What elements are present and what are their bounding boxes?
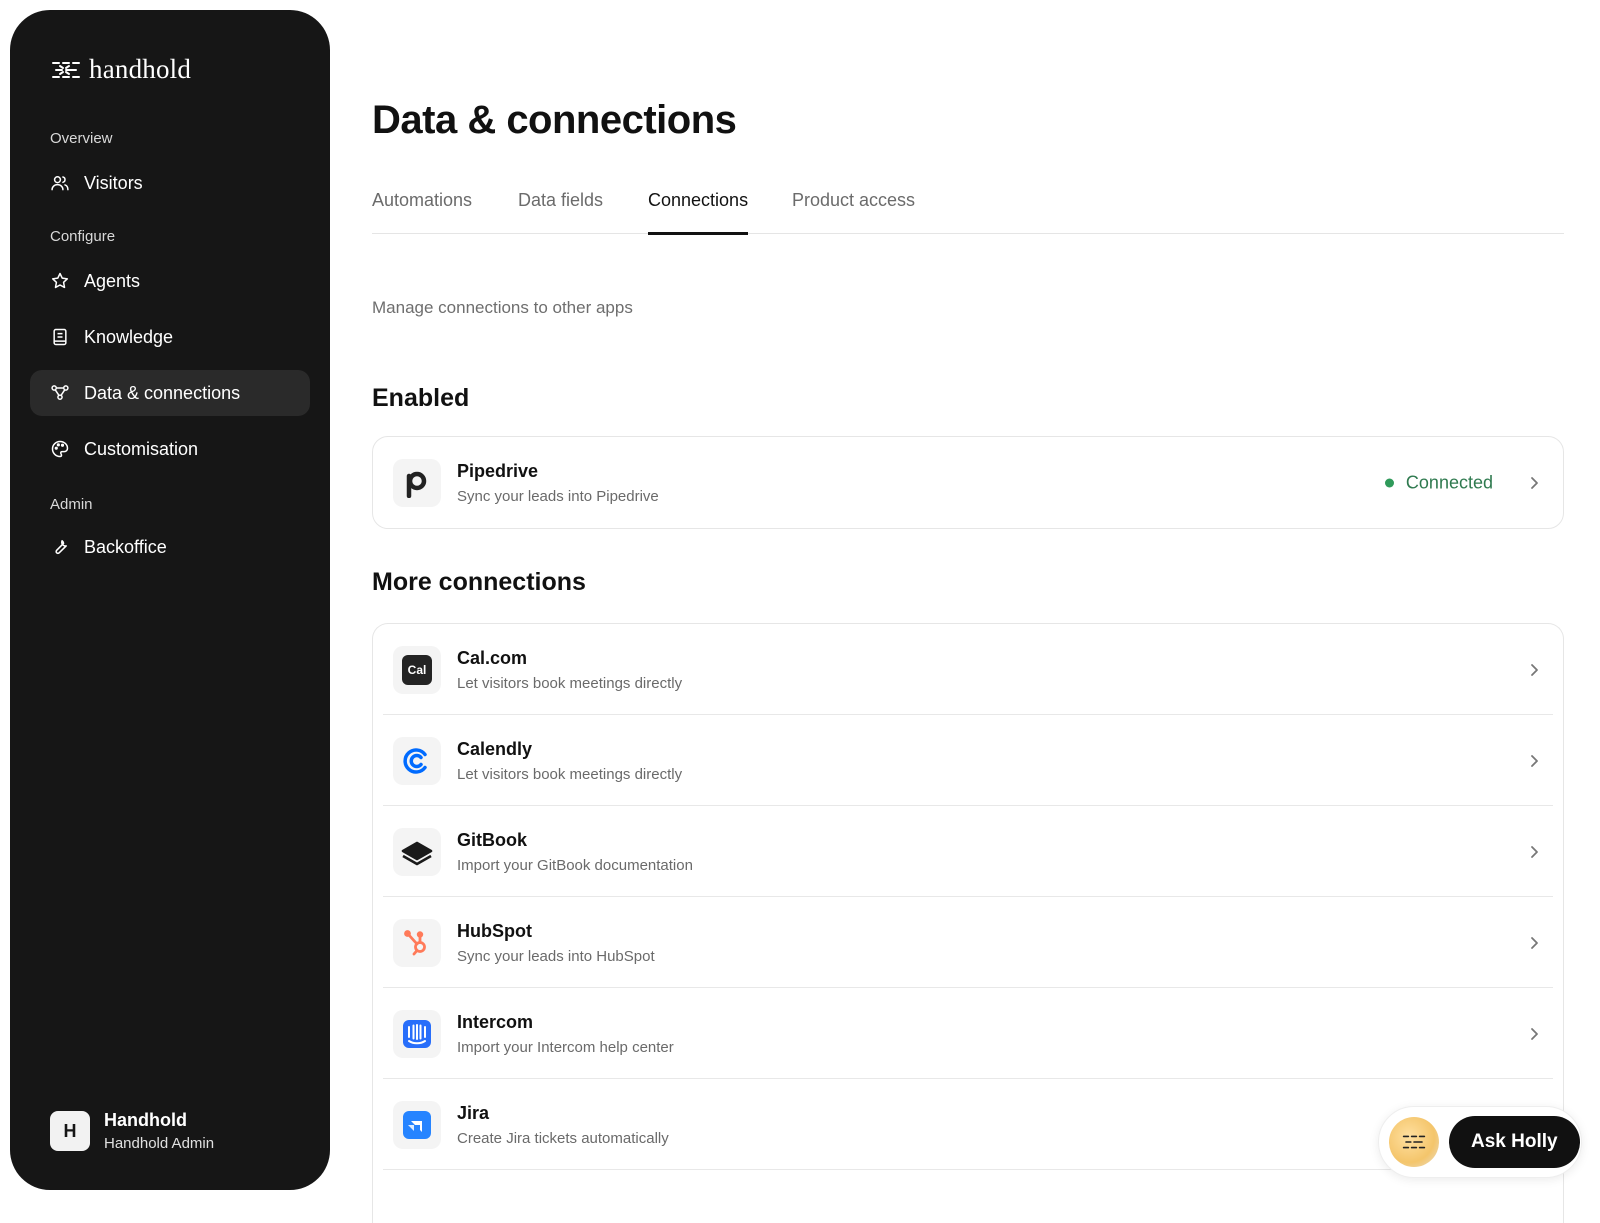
connection-row-calendly[interactable]: Calendly Let visitors book meetings dire… (373, 715, 1563, 806)
sidebar-item-label: Agents (84, 270, 141, 291)
ask-holly-button[interactable]: Ask Holly (1449, 1116, 1580, 1168)
sidebar-item-knowledge[interactable]: Knowledge (30, 314, 310, 360)
handhold-logo-icon (52, 61, 80, 78)
holly-avatar[interactable] (1389, 1117, 1439, 1167)
chevron-right-icon (1531, 845, 1538, 858)
sidebar-item-label: Knowledge (84, 326, 174, 347)
nodes-icon (51, 385, 69, 400)
user-name: Handhold (104, 1110, 187, 1130)
connection-row-pipedrive[interactable]: Pipedrive Sync your leads into Pipedrive… (373, 437, 1563, 528)
enabled-heading: Enabled (372, 384, 470, 412)
book-icon (53, 328, 67, 346)
enabled-connections-card: Pipedrive Sync your leads into Pipedrive… (372, 436, 1564, 529)
connection-row-gitbook[interactable]: GitBook Import your GitBook documentatio… (373, 806, 1563, 897)
sidebar-item-label: Customisation (84, 438, 199, 459)
sidebar-item-visitors[interactable]: Visitors (30, 160, 310, 206)
main-content: Data & connections Automations Data fiel… (372, 0, 1564, 1223)
connection-row-hubspot[interactable]: HubSpot Sync your leads into HubSpot (373, 897, 1563, 988)
sidebar-item-backoffice[interactable]: Backoffice (30, 524, 310, 570)
pipedrive-icon (393, 458, 441, 507)
connection-description: Import your GitBook documentation (457, 856, 693, 874)
connection-description: Sync your leads into HubSpot (457, 947, 655, 965)
status-dot-icon (1384, 478, 1394, 487)
tab-bar: Automations Data fields Connections Prod… (372, 178, 1564, 235)
sidebar-item-label: Data & connections (84, 382, 241, 403)
user-profile[interactable]: H Handhold Handhold Admin (50, 1110, 214, 1152)
calendly-icon (393, 736, 441, 785)
connection-name: Calendly (457, 738, 533, 759)
avatar: H (50, 1111, 90, 1151)
connection-name: GitBook (457, 829, 527, 850)
assistant-widget: Ask Holly (1378, 1106, 1582, 1178)
sidebar-item-label: Backoffice (84, 536, 167, 557)
intercom-icon (393, 1009, 441, 1058)
connection-description: Create Jira tickets automatically (457, 1129, 669, 1147)
connection-name: Intercom (457, 1011, 534, 1032)
tab-product-access[interactable]: Product access (792, 190, 915, 234)
sidebar-item-agents[interactable]: Agents (30, 258, 310, 304)
more-connections-heading: More connections (372, 568, 586, 596)
gitbook-icon (393, 827, 441, 876)
page-title: Data & connections (372, 98, 737, 142)
connection-name: HubSpot (457, 920, 532, 941)
connection-name: Cal.com (457, 647, 528, 668)
chevron-right-icon (1531, 936, 1538, 949)
jira-icon (393, 1100, 441, 1149)
connection-description: Import your Intercom help center (457, 1038, 674, 1056)
connection-description: Let visitors book meetings directly (457, 674, 683, 692)
connection-row-calcom[interactable]: Cal Cal.com Let visitors book meetings d… (373, 624, 1563, 715)
tab-automations[interactable]: Automations (372, 190, 472, 234)
status-text: Connected (1405, 472, 1493, 492)
connection-name: Jira (457, 1102, 490, 1123)
hubspot-icon (393, 918, 441, 967)
calcom-icon: Cal (393, 645, 441, 694)
tab-connections[interactable]: Connections (648, 190, 749, 235)
star-icon (51, 272, 69, 289)
sidebar-item-label: Visitors (84, 172, 143, 193)
nav-section-configure: Configure (50, 228, 116, 245)
tab-data-fields[interactable]: Data fields (518, 190, 603, 234)
app-logo[interactable]: handhold (51, 54, 191, 85)
nav-section-overview: Overview (50, 130, 113, 147)
sidebar-item-data-connections[interactable]: Data & connections (30, 370, 310, 416)
chevron-right-icon (1531, 663, 1538, 676)
status-badge: Connected (1384, 472, 1493, 493)
palette-icon (51, 440, 69, 458)
connection-name: Pipedrive (457, 460, 539, 481)
chevron-right-icon (1531, 1027, 1538, 1040)
chevron-right-icon (1531, 754, 1538, 767)
nav-section-admin: Admin (50, 496, 93, 513)
users-icon (51, 176, 69, 191)
sidebar: handhold Overview Visitors Configure Age… (10, 10, 330, 1190)
connection-description: Sync your leads into Pipedrive (457, 487, 659, 505)
user-role: Handhold Admin (104, 1135, 215, 1152)
chevron-right-icon (1531, 476, 1538, 489)
handhold-logo-icon (1402, 1135, 1426, 1149)
connection-description: Let visitors book meetings directly (457, 765, 683, 783)
connection-row-intercom[interactable]: Intercom Import your Intercom help cente… (373, 988, 1563, 1079)
wrench-icon (55, 540, 67, 555)
sidebar-item-customisation[interactable]: Customisation (30, 426, 310, 472)
app-name: handhold (89, 54, 192, 84)
page-subtitle: Manage connections to other apps (372, 298, 633, 317)
